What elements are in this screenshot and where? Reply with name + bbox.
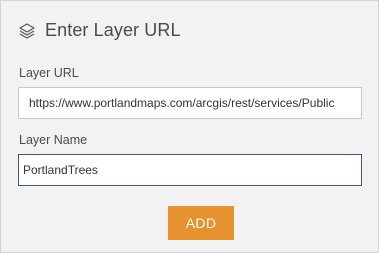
layers-icon xyxy=(18,22,36,40)
layer-name-label: Layer Name xyxy=(19,133,88,147)
layer-url-label: Layer URL xyxy=(19,66,79,80)
layer-url-input[interactable] xyxy=(18,87,362,119)
add-layer-panel: Enter Layer URL Layer URL Layer Name ADD xyxy=(0,0,379,253)
layer-name-input[interactable] xyxy=(18,154,362,186)
panel-header: Enter Layer URL xyxy=(18,20,181,41)
add-button[interactable]: ADD xyxy=(168,206,234,240)
panel-title: Enter Layer URL xyxy=(45,20,181,40)
